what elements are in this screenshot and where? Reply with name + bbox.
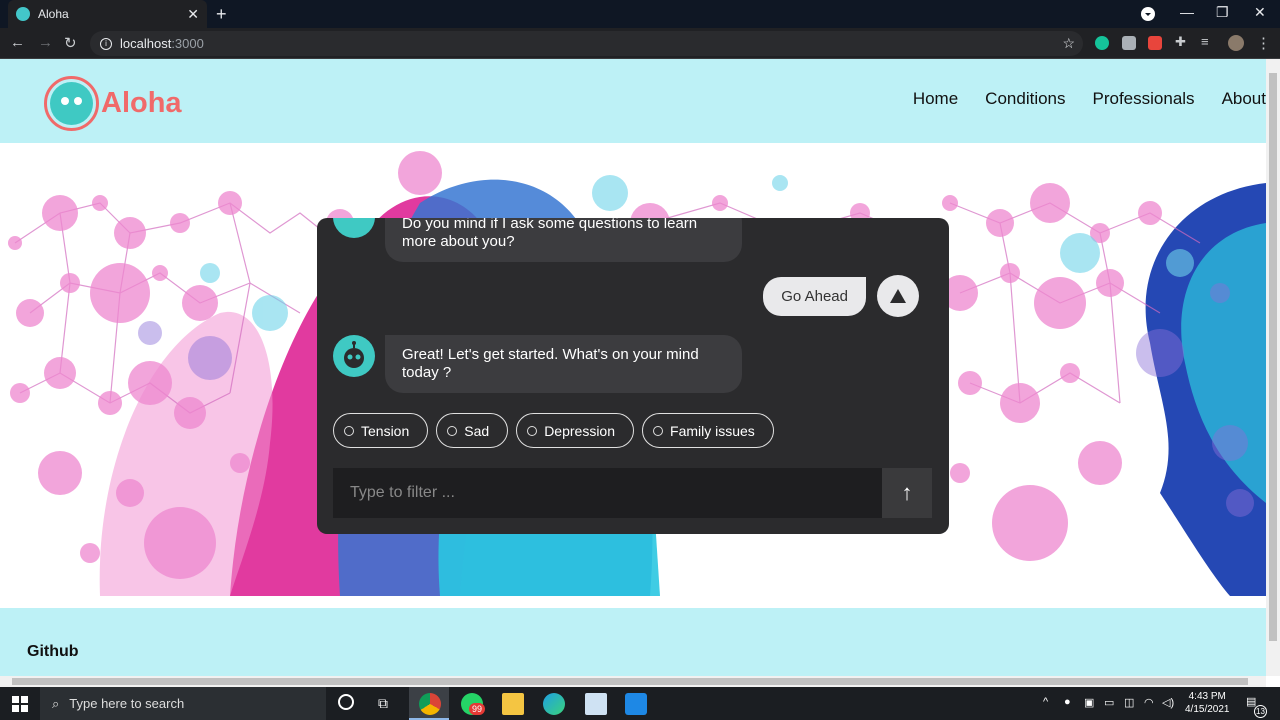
edge-icon[interactable] — [543, 693, 565, 715]
volume-icon[interactable]: ◁) — [1162, 696, 1174, 709]
user-message: Go Ahead — [763, 277, 866, 316]
bot-avatar — [333, 335, 375, 377]
nav-about[interactable]: About — [1222, 89, 1266, 109]
forward-icon[interactable]: → — [38, 34, 53, 51]
main-nav: Home Conditions Professionals About — [913, 89, 1266, 109]
battery-icon[interactable]: ▭ — [1104, 696, 1114, 709]
github-link[interactable]: Github — [27, 643, 79, 661]
option-label: Sad — [464, 422, 490, 439]
nav-professionals[interactable]: Professionals — [1093, 89, 1195, 109]
windows-taskbar: ⌕ Type here to search ⧉ 99 ^ ● ▣ ▭ ◫ ◠ ◁… — [0, 687, 1280, 720]
extensions-puzzle-icon[interactable]: ✚ — [1175, 34, 1186, 50]
tray-chevron-up-icon[interactable]: ^ — [1043, 696, 1048, 708]
bot-avatar — [333, 218, 375, 238]
windows-start-icon[interactable] — [12, 696, 28, 712]
restore-icon[interactable]: ❐ — [1216, 4, 1229, 21]
search-icon: ⌕ — [52, 695, 60, 711]
system-clock[interactable]: 4:43 PM 4/15/2021 — [1185, 690, 1230, 716]
file-explorer-icon[interactable] — [502, 693, 524, 715]
radio-icon — [653, 425, 664, 436]
taskbar-search[interactable]: ⌕ Type here to search — [40, 687, 326, 720]
menu-kebab-icon[interactable]: ⋮ — [1256, 34, 1271, 52]
send-button[interactable]: ↑ — [882, 468, 932, 518]
clock-time: 4:43 PM — [1188, 691, 1226, 702]
aloha-favicon-icon — [16, 7, 30, 21]
site-info-icon[interactable]: i — [100, 37, 112, 50]
chrome-icon[interactable] — [419, 693, 441, 715]
profile-dropdown-icon[interactable] — [1141, 7, 1155, 21]
browser-tab[interactable]: Aloha ✕ — [8, 0, 207, 28]
media-queue-icon[interactable]: ≡ — [1201, 34, 1209, 49]
option-label: Depression — [544, 422, 616, 439]
option-depression[interactable]: Depression — [516, 413, 635, 448]
meet-now-icon[interactable]: ▣ — [1084, 696, 1094, 709]
chatbot-widget: Do you mind if I ask some questions to l… — [317, 218, 949, 534]
nav-conditions[interactable]: Conditions — [985, 89, 1065, 109]
tab-title: Aloha — [38, 7, 69, 21]
user-avatar — [877, 275, 919, 317]
address-bar[interactable]: i localhost:3000 ☆ — [90, 31, 1083, 56]
bookmark-star-icon[interactable]: ☆ — [1062, 35, 1075, 52]
option-family-issues[interactable]: Family issues — [642, 413, 774, 448]
task-view-icon[interactable]: ⧉ — [378, 695, 400, 717]
arrow-up-icon: ↑ — [901, 480, 913, 505]
option-sad[interactable]: Sad — [436, 413, 509, 448]
reload-icon[interactable]: ↻ — [64, 34, 77, 52]
url-port: :3000 — [171, 36, 204, 51]
notification-count: 13 — [1254, 705, 1267, 718]
whatsapp-badge: 99 — [469, 703, 486, 715]
radio-icon — [344, 425, 354, 436]
chat-filter-input[interactable] — [333, 468, 882, 518]
wifi-icon[interactable]: ◠ — [1144, 696, 1154, 709]
chat-input-row: ↑ — [333, 468, 932, 518]
option-chips: Tension Sad Depression Family issues — [333, 413, 774, 448]
url-host: localhost — [120, 36, 172, 51]
grammarly-extension-icon[interactable] — [1095, 36, 1109, 50]
tp-extension-icon[interactable] — [1148, 36, 1162, 50]
bot-message: Great! Let's get started. What's on your… — [385, 335, 742, 393]
new-tab-icon[interactable]: + — [216, 4, 227, 25]
page-viewport: Aloha Home Conditions Professionals Abou… — [0, 59, 1266, 676]
scrollbar-thumb[interactable] — [12, 678, 1248, 685]
option-label: Family issues — [670, 422, 755, 439]
microphone-icon[interactable]: ● — [1064, 696, 1071, 708]
option-tension[interactable]: Tension — [333, 413, 429, 448]
browser-titlebar: Aloha ✕ + — ❐ ✕ — [0, 0, 1280, 28]
close-window-icon[interactable]: ✕ — [1254, 4, 1266, 21]
vertical-scrollbar[interactable] — [1266, 59, 1280, 676]
cortana-icon[interactable] — [338, 694, 354, 710]
aloha-logo[interactable]: Aloha — [44, 76, 182, 131]
logo-text: Aloha — [101, 87, 182, 119]
k-extension-icon[interactable] — [1122, 36, 1136, 50]
back-icon[interactable]: ← — [10, 34, 25, 51]
photos-app-icon[interactable] — [585, 693, 607, 715]
triangle-up-icon — [890, 289, 906, 303]
site-header: Aloha Home Conditions Professionals Abou… — [0, 59, 1266, 143]
radio-icon — [447, 425, 458, 436]
radio-icon — [527, 425, 538, 436]
power-plug-icon[interactable]: ◫ — [1124, 696, 1134, 709]
vscode-icon[interactable] — [625, 693, 647, 715]
clock-date: 4/15/2021 — [1185, 704, 1230, 715]
profile-avatar[interactable] — [1228, 35, 1244, 51]
horizontal-scrollbar[interactable] — [0, 676, 1266, 687]
option-label: Tension — [361, 422, 410, 439]
browser-toolbar: ← → ↻ i localhost:3000 ☆ ✚ ≡ ⋮ — [0, 28, 1280, 59]
minimize-icon[interactable]: — — [1180, 4, 1194, 20]
close-tab-icon[interactable]: ✕ — [187, 6, 199, 23]
taskbar-search-placeholder: Type here to search — [69, 696, 185, 711]
nav-home[interactable]: Home — [913, 89, 958, 109]
bot-message: Do you mind if I ask some questions to l… — [385, 218, 742, 262]
scrollbar-thumb[interactable] — [1269, 73, 1277, 641]
robot-icon — [344, 341, 364, 368]
robot-logo-icon — [44, 76, 99, 131]
site-footer: Github — [0, 608, 1266, 676]
